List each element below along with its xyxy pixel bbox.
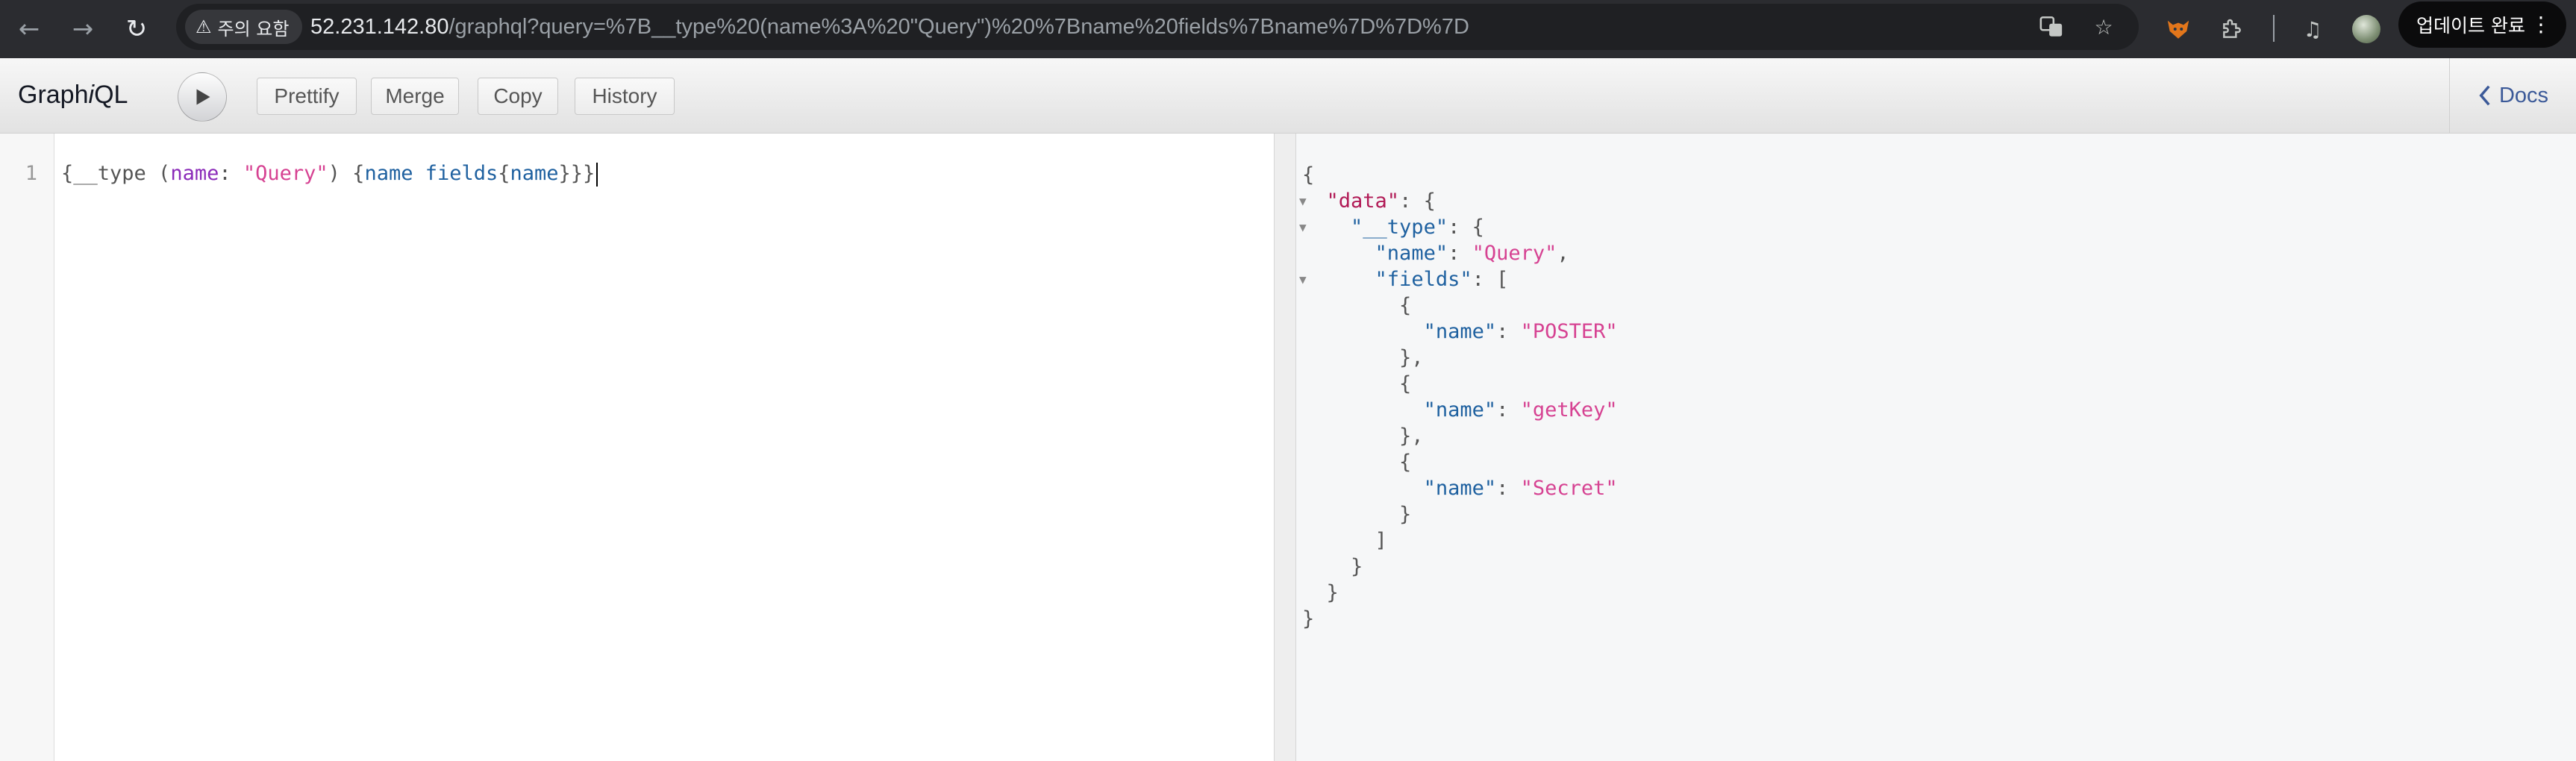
json-value: "Secret" xyxy=(1520,477,1618,500)
json-key: "name" xyxy=(1375,242,1448,265)
query-field: name fields xyxy=(364,162,498,185)
url-path: /graphql?query=%7B__type%20(name%3A%20"Q… xyxy=(448,15,1469,39)
media-queue-icon[interactable]: ♫ xyxy=(2295,12,2330,46)
query-arg-value: "Query" xyxy=(243,162,328,185)
line-gutter: 1 xyxy=(0,134,54,761)
json-key: "data" xyxy=(1326,190,1400,213)
query-token: { xyxy=(498,162,510,185)
query-token: }}} xyxy=(558,162,595,185)
query-text[interactable]: {__type (name: "Query") {name fields{nam… xyxy=(61,162,598,187)
line-number: 1 xyxy=(25,162,37,185)
query-field: name xyxy=(510,162,559,185)
avatar[interactable] xyxy=(2349,12,2383,46)
json-value: "Query" xyxy=(1472,242,1557,265)
prettify-button[interactable]: Prettify xyxy=(257,78,357,115)
execute-query-button[interactable] xyxy=(178,72,227,122)
update-label: 업데이트 완료 xyxy=(2416,15,2525,37)
json-key: "name" xyxy=(1423,320,1497,343)
title-suffix: QL xyxy=(94,81,128,109)
graphiql-topbar: GraphiQL Prettify Merge Copy History Doc… xyxy=(0,58,2576,134)
chevron-left-icon xyxy=(2479,85,2490,106)
browser-menu-icon[interactable]: ⋮ xyxy=(2530,1,2551,48)
docs-button[interactable]: Docs xyxy=(2449,58,2576,133)
result-viewer: ▼ ▼ ▼{ "data": { "__type": { "name": "Quer… xyxy=(1296,134,2576,761)
result-json: ▼ ▼ ▼{ "data": { "__type": { "name": "Quer… xyxy=(1299,163,1618,630)
text-cursor xyxy=(596,162,598,187)
security-label: 주의 요함 xyxy=(217,18,290,40)
fox-extension-icon[interactable] xyxy=(2161,12,2195,46)
url-host: 52.231.142.80 xyxy=(310,15,449,39)
play-icon xyxy=(196,89,210,105)
query-arg-name: name xyxy=(170,162,219,185)
title-prefix: Graph xyxy=(18,81,89,109)
json-key: "__type" xyxy=(1351,216,1448,239)
history-button[interactable]: History xyxy=(575,78,675,115)
back-icon[interactable]: ← xyxy=(10,10,48,48)
query-token: {__type ( xyxy=(61,162,171,185)
json-value: "getKey" xyxy=(1520,398,1618,422)
forward-icon[interactable]: → xyxy=(64,10,101,48)
reload-icon[interactable]: ↻ xyxy=(118,10,155,48)
profile-avatar-icon xyxy=(2352,15,2380,43)
address-bar[interactable]: ⚠ 주의 요함 52.231.142.80/graphql?query=%7B_… xyxy=(176,4,2139,50)
json-value: "POSTER" xyxy=(1520,320,1618,343)
warning-icon: ⚠ xyxy=(196,16,212,37)
pane-resize-divider[interactable] xyxy=(1274,134,1296,761)
toolbar-separator xyxy=(2273,15,2275,42)
fold-toggle-icon[interactable]: ▼ xyxy=(1299,214,1307,240)
extensions-puzzle-icon[interactable] xyxy=(2215,12,2249,46)
query-token: : xyxy=(219,162,243,185)
query-editor[interactable]: 1 {__type (name: "Query") {name fields{n… xyxy=(0,134,1274,761)
bookmark-star-icon[interactable]: ☆ xyxy=(2086,10,2121,44)
json-key: "name" xyxy=(1423,477,1497,500)
url-text[interactable]: 52.231.142.80/graphql?query=%7B__type%20… xyxy=(310,4,1469,50)
json-key: "name" xyxy=(1423,398,1497,422)
title-italic: i xyxy=(88,81,95,109)
docs-label: Docs xyxy=(2498,83,2549,107)
update-button[interactable]: 업데이트 완료 ⋮ xyxy=(2398,1,2566,48)
merge-button[interactable]: Merge xyxy=(371,78,459,115)
query-token: ) { xyxy=(328,162,365,185)
copy-button[interactable]: Copy xyxy=(478,78,558,115)
security-indicator[interactable]: ⚠ 주의 요함 xyxy=(185,10,303,44)
app-title: GraphiQL xyxy=(18,81,128,110)
browser-toolbar: ← → ↻ ⚠ 주의 요함 52.231.142.80/graphql?quer… xyxy=(0,0,2576,58)
fold-toggle-icon[interactable]: ▼ xyxy=(1299,266,1307,292)
json-key: "fields" xyxy=(1375,268,1472,291)
fold-toggle-icon[interactable]: ▼ xyxy=(1299,188,1307,214)
translate-icon[interactable] xyxy=(2034,10,2069,44)
